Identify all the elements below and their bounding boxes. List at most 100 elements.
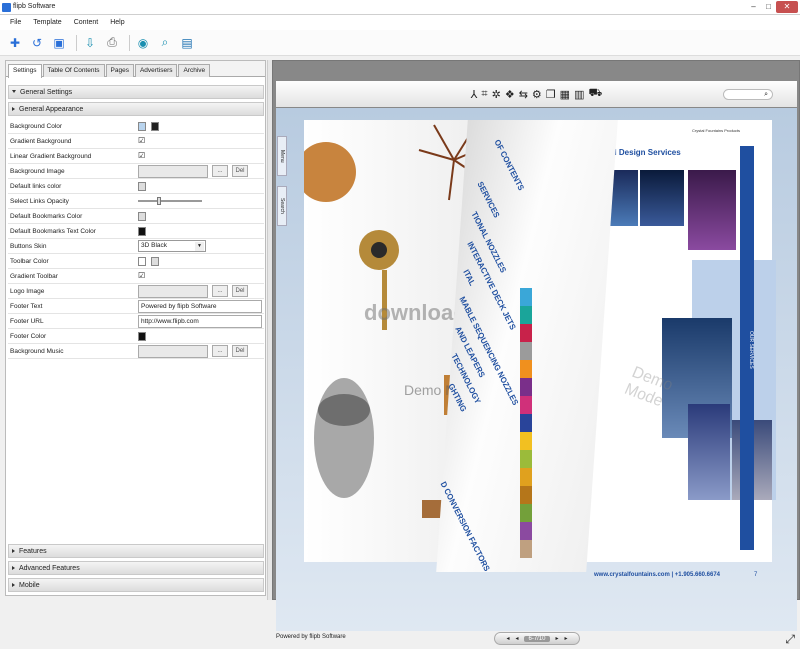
delete-button[interactable]: Del	[232, 285, 248, 297]
preview-bottom-bar: Powered by flipb Software ◂ ◂ 6-7/10 ▸ ▸…	[276, 631, 797, 649]
collapse-arrow-icon	[12, 89, 16, 95]
color-swatch[interactable]	[151, 121, 159, 131]
slider-knob[interactable]	[157, 197, 161, 205]
color-strip-art	[520, 288, 532, 558]
book-icon[interactable]: ▤	[178, 34, 196, 52]
publish-icon[interactable]: ◉	[134, 34, 152, 52]
settings-icon[interactable]: ✲	[492, 88, 501, 101]
bg-image-field[interactable]	[138, 164, 208, 178]
share-icon[interactable]: ⅄	[471, 88, 478, 101]
import-pdf-icon[interactable]: ⇩	[81, 34, 99, 52]
row-default-bookmarks-color: Default Bookmarks Color	[8, 209, 264, 224]
section-general-settings[interactable]: General Settings	[8, 85, 264, 99]
menu-template[interactable]: Template	[27, 19, 67, 26]
browse-button[interactable]: ...	[212, 165, 228, 177]
row-footer-url: Footer URL http://www.flipb.com	[8, 314, 264, 329]
music-field[interactable]	[138, 344, 208, 358]
color-swatch[interactable]	[151, 256, 159, 266]
menu-file[interactable]: File	[4, 19, 27, 26]
menu-content[interactable]: Content	[68, 19, 105, 26]
delete-button[interactable]: Del	[232, 345, 248, 357]
tab-advertisers[interactable]: Advertisers	[134, 64, 178, 77]
color-swatch[interactable]	[138, 331, 146, 341]
toc-line: OF CONTENTS	[492, 138, 526, 193]
gear-icon[interactable]: ⚙	[532, 88, 542, 101]
menu-bar: File Template Content Help	[0, 15, 800, 30]
color-strip-block	[520, 504, 532, 522]
crop-icon[interactable]: ⌗	[481, 88, 487, 101]
refresh-icon[interactable]: ⇆	[519, 88, 528, 101]
menu-help[interactable]: Help	[104, 19, 130, 26]
section-general-appearance[interactable]: General Appearance	[8, 102, 264, 116]
last-page-icon[interactable]: ▸	[565, 635, 568, 642]
save-icon[interactable]: ▣	[50, 34, 68, 52]
color-strip-block	[520, 522, 532, 540]
checkbox[interactable]: ☑	[138, 137, 145, 145]
open-project-icon[interactable]: ↺	[28, 34, 46, 52]
buttons-skin-select[interactable]: 3D Black ▼	[138, 240, 206, 252]
tab-table-of-contents[interactable]: Table Of Contents	[42, 64, 105, 77]
new-project-icon[interactable]: ✚	[6, 34, 24, 52]
logo-image-field[interactable]	[138, 284, 208, 298]
first-page-icon[interactable]: ◂	[506, 635, 509, 642]
color-strip-block	[520, 432, 532, 450]
color-strip-block	[520, 378, 532, 396]
print-icon[interactable]: ⎙	[103, 34, 121, 52]
tab-settings[interactable]: Settings	[8, 64, 42, 78]
color-strip-block	[520, 306, 532, 324]
page-header-small: Crystal Fountains Products	[692, 128, 741, 133]
download-icon[interactable]: ▥	[574, 88, 584, 101]
fullscreen-icon[interactable]: ⤢	[785, 632, 795, 647]
browse-button[interactable]: ...	[212, 285, 228, 297]
color-swatch[interactable]	[138, 211, 146, 221]
fountain-photo	[640, 170, 684, 226]
browse-button[interactable]: ...	[212, 345, 228, 357]
maximize-button[interactable]: □	[761, 1, 776, 13]
footer-url-input[interactable]: http://www.flipb.com	[138, 314, 262, 328]
minimize-button[interactable]: –	[746, 1, 761, 13]
footer-text-input[interactable]: Powered by flipb Software	[138, 299, 262, 313]
social-icon[interactable]: ❖	[505, 88, 515, 101]
prev-page-icon[interactable]: ◂	[515, 635, 518, 642]
preview-search-input[interactable]: ⌕	[723, 89, 773, 100]
toc-line: D CONVERSION FACTORS	[438, 480, 492, 573]
fountain-photo	[688, 404, 730, 500]
section-advanced-features[interactable]: Advanced Features	[8, 561, 264, 575]
color-strip-block	[520, 396, 532, 414]
page-number: 7	[754, 572, 758, 578]
watermark-logo: download	[364, 300, 467, 325]
checkbox[interactable]: ☑	[138, 272, 145, 280]
section-features[interactable]: Features	[8, 544, 264, 558]
cart-icon[interactable]: ⛟	[588, 87, 602, 101]
page-indicator[interactable]: 6-7/10	[524, 635, 550, 642]
section-mobile[interactable]: Mobile	[8, 578, 264, 592]
delete-button[interactable]: Del	[232, 165, 248, 177]
row-linear-gradient-background: Linear Gradient Background ☑	[8, 149, 264, 164]
print-icon[interactable]: ▦	[560, 88, 570, 101]
toolbar: ✚ ↺ ▣ ⇩ ⎙ ◉ ⌕ ▤	[0, 30, 800, 56]
color-strip	[520, 288, 532, 558]
color-swatch[interactable]	[138, 256, 146, 266]
tab-pages[interactable]: Pages	[105, 64, 134, 77]
color-strip-block	[520, 288, 532, 306]
pages-icon[interactable]: ❐	[546, 88, 556, 101]
color-swatch[interactable]	[138, 226, 146, 236]
opacity-slider[interactable]	[138, 197, 202, 205]
next-page-icon[interactable]: ▸	[556, 635, 559, 642]
checkbox[interactable]: ☑	[138, 152, 145, 160]
search-side-tab[interactable]: Search	[277, 186, 287, 226]
color-swatch[interactable]	[138, 121, 146, 131]
tab-archive[interactable]: Archive	[178, 64, 211, 77]
settings-pane: Settings Table Of Contents Pages Adverti…	[5, 60, 266, 596]
expand-arrow-icon	[12, 566, 15, 570]
flipbook-preview: ⅄ ⌗ ✲ ❖ ⇆ ⚙ ❐ ▦ ▥ ⛟ ⌕ Menu Search downlo…	[272, 60, 800, 646]
color-strip-block	[520, 324, 532, 342]
search-icon[interactable]: ⌕	[156, 34, 174, 52]
row-background-image: Background Image... Del	[8, 164, 264, 179]
menu-side-tab[interactable]: Menu	[277, 136, 287, 176]
color-swatch[interactable]	[138, 181, 146, 191]
page-url: www.crystalfountains.com | +1.905.660.66…	[594, 572, 721, 578]
app-icon	[2, 3, 11, 12]
close-button[interactable]: ✕	[776, 1, 798, 13]
row-default-bookmarks-text-color: Default Bookmarks Text Color	[8, 224, 264, 239]
